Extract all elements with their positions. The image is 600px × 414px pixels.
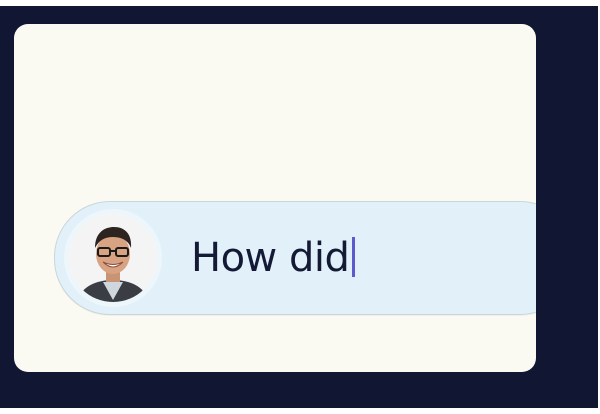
content-card: How did — [14, 24, 536, 372]
message-input[interactable]: How did — [191, 232, 356, 284]
typed-text: How did — [191, 235, 350, 281]
text-caret — [352, 237, 356, 277]
user-avatar — [69, 214, 157, 302]
user-avatar-photo-icon — [69, 214, 157, 302]
app-window-frame: How did — [0, 6, 598, 408]
message-composer[interactable]: How did — [54, 201, 536, 315]
